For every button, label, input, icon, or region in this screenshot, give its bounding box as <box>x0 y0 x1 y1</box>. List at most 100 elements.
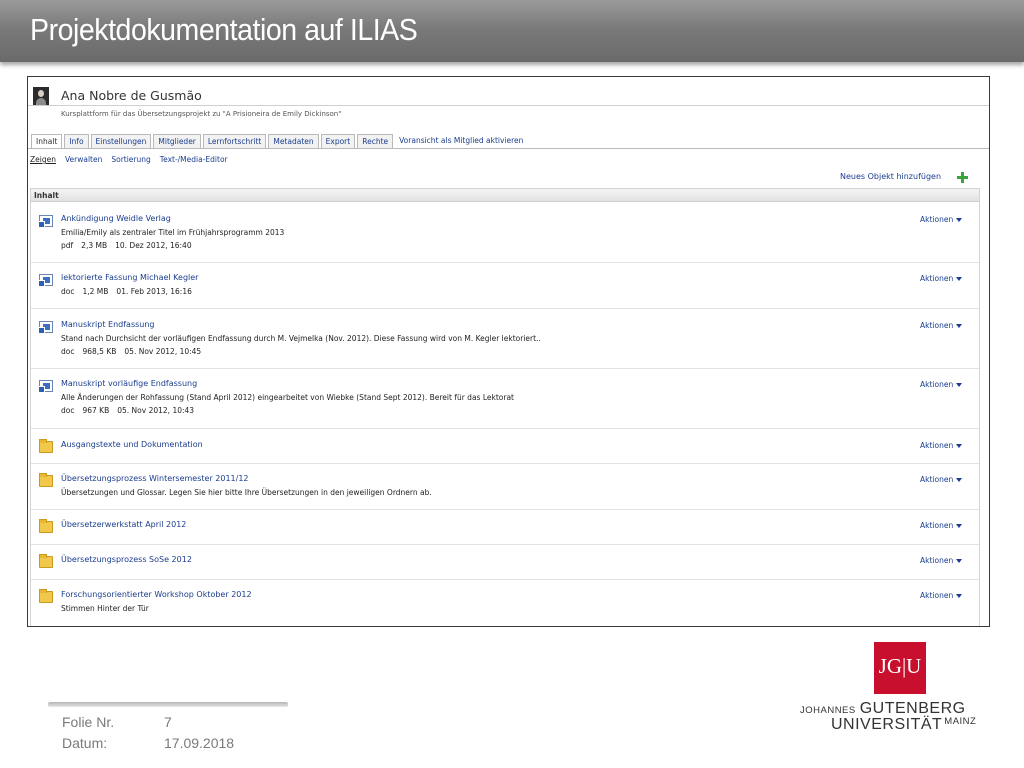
subtab-zeigen[interactable]: Zeigen <box>30 155 56 164</box>
footer-divider <box>48 702 288 707</box>
date-value: 17.09.2018 <box>164 735 235 751</box>
divider <box>28 105 989 106</box>
caret-down-icon <box>956 324 963 328</box>
caret-down-icon <box>956 218 963 222</box>
item-properties: doc 968,5 KB 05. Nov 2012, 10:45 <box>61 347 209 356</box>
folder-icon[interactable] <box>39 473 53 487</box>
list-item: Manuskript Endfassung Stand nach Durchsi… <box>31 309 979 369</box>
file-icon[interactable] <box>38 215 53 228</box>
user-subtitle: Kursplattform für das Übersetzungsprojek… <box>61 110 342 118</box>
item-title[interactable]: Übersetzungsprozess Wintersemester 2011/… <box>61 474 249 483</box>
actions-dropdown[interactable]: Aktionen <box>920 441 963 450</box>
tab-export[interactable]: Export <box>320 134 356 148</box>
subtab-bar: Zeigen Verwalten Sortierung Text-/Media-… <box>30 155 237 164</box>
actions-dropdown[interactable]: Aktionen <box>920 215 963 224</box>
actions-dropdown[interactable]: Aktionen <box>920 521 963 530</box>
tab-info[interactable]: Info <box>64 134 89 148</box>
file-date: 10. Dez 2012, 16:40 <box>115 241 192 250</box>
item-description: Stimmen Hinter der Tür <box>61 604 149 613</box>
logo-mark: JG|U <box>878 654 922 678</box>
content-header: Inhalt <box>31 189 979 202</box>
tab-metadaten[interactable]: Metadaten <box>268 134 319 148</box>
item-properties: doc 967 KB 05. Nov 2012, 10:43 <box>61 406 202 415</box>
file-icon[interactable] <box>38 380 53 393</box>
caret-down-icon <box>956 594 963 598</box>
date-label: Datum: <box>62 735 108 751</box>
caret-down-icon <box>956 444 963 448</box>
item-title[interactable]: Ausgangstexte und Dokumentation <box>61 440 203 449</box>
actions-dropdown[interactable]: Aktionen <box>920 380 963 389</box>
list-item: Manuskript vorläufige Endfassung Alle Än… <box>31 369 979 429</box>
list-item: Forschungsorientierter Workshop Oktober … <box>31 580 979 626</box>
file-type: doc <box>61 406 75 415</box>
file-size: 967 KB <box>82 406 110 415</box>
tab-lernfortschritt[interactable]: Lernfortschritt <box>202 134 267 148</box>
file-type: pdf <box>61 241 74 250</box>
list-item: lektorierte Fassung Michael Kegler doc 1,… <box>31 263 979 309</box>
slide-number-label: Folie Nr. <box>62 714 115 730</box>
item-description: Stand nach Durchsicht der vorläufigen En… <box>61 334 541 343</box>
file-icon[interactable] <box>38 274 53 287</box>
university-logo: JG|U <box>874 642 926 694</box>
item-title[interactable]: Übersetzerwerkstatt April 2012 <box>61 520 186 529</box>
folder-icon[interactable] <box>39 439 53 453</box>
caret-down-icon <box>956 559 963 563</box>
caret-down-icon <box>956 478 963 482</box>
slide-number: 7 <box>164 714 172 730</box>
subtab-text-media-editor[interactable]: Text-/Media-Editor <box>160 155 228 164</box>
caret-down-icon <box>956 277 963 281</box>
tab-bar: Inhalt Info Einstellungen Mitglieder Ler… <box>31 134 529 148</box>
item-description: Alle Änderungen der Rohfassung (Stand Ap… <box>61 393 514 402</box>
item-title[interactable]: Forschungsorientierter Workshop Oktober … <box>61 590 252 599</box>
user-header: Ana Nobre de Gusmão Kursplattform für da… <box>28 77 989 125</box>
list-item: Übersetzungsprozess SoSe 2012 Aktionen <box>31 545 979 580</box>
file-icon[interactable] <box>38 321 53 334</box>
folder-icon[interactable] <box>39 519 53 533</box>
file-size: 1,2 MB <box>82 287 109 296</box>
subtab-sortierung[interactable]: Sortierung <box>111 155 150 164</box>
item-title[interactable]: Ankündigung Weidle Verlag <box>61 214 171 223</box>
tab-mitglieder[interactable]: Mitglieder <box>153 134 201 148</box>
item-description: Übersetzungen und Glossar. Legen Sie hie… <box>61 488 432 497</box>
content-list: Inhalt Ankündigung Weidle Verlag Emilia/… <box>30 188 980 626</box>
user-name: Ana Nobre de Gusmão <box>61 88 202 103</box>
divider <box>28 148 989 149</box>
list-item: Ankündigung Weidle Verlag Emilia/Emily a… <box>31 203 979 263</box>
list-item: Übersetzerwerkstatt April 2012 Aktionen <box>31 510 979 545</box>
actions-dropdown[interactable]: Aktionen <box>920 321 963 330</box>
preview-as-member-link[interactable]: Voransicht als Mitglied aktivieren <box>395 134 527 148</box>
tab-inhalt[interactable]: Inhalt <box>31 134 63 148</box>
subtab-verwalten[interactable]: Verwalten <box>65 155 102 164</box>
plus-icon[interactable] <box>957 172 968 183</box>
file-type: doc <box>61 347 75 356</box>
caret-down-icon <box>956 383 963 387</box>
add-object-link[interactable]: Neues Objekt hinzufügen <box>840 172 941 181</box>
tab-rechte[interactable]: Rechte <box>357 134 394 148</box>
file-date: 05. Nov 2012, 10:43 <box>117 406 195 415</box>
file-date: 01. Feb 2013, 16:16 <box>116 287 192 296</box>
folder-icon[interactable] <box>39 554 53 568</box>
list-item: Ausgangstexte und Dokumentation Aktionen <box>31 429 979 464</box>
item-title[interactable]: lektorierte Fassung Michael Kegler <box>61 273 198 282</box>
actions-dropdown[interactable]: Aktionen <box>920 591 963 600</box>
slide-header: Projektdokumentation auf ILIAS <box>0 0 1024 62</box>
item-title[interactable]: Manuskript Endfassung <box>61 320 155 329</box>
slide-title: Projektdokumentation auf ILIAS <box>30 12 418 47</box>
item-properties: pdf 2,3 MB 10. Dez 2012, 16:40 <box>61 241 200 250</box>
actions-dropdown[interactable]: Aktionen <box>920 475 963 484</box>
university-name-line2: UNIVERSITÄT MAINZ <box>831 716 977 733</box>
file-date: 05. Nov 2012, 10:45 <box>124 347 202 356</box>
folder-icon[interactable] <box>39 589 53 603</box>
avatar <box>33 87 49 106</box>
slide: Projektdokumentation auf ILIAS Ana Nobre… <box>0 0 1024 768</box>
item-title[interactable]: Manuskript vorläufige Endfassung <box>61 379 197 388</box>
caret-down-icon <box>956 524 963 528</box>
list-item: Übersetzungsprozess Wintersemester 2011/… <box>31 464 979 510</box>
item-description: Emilia/Emily als zentraler Titel im Früh… <box>61 228 285 237</box>
item-title[interactable]: Übersetzungsprozess SoSe 2012 <box>61 555 192 564</box>
actions-dropdown[interactable]: Aktionen <box>920 274 963 283</box>
actions-dropdown[interactable]: Aktionen <box>920 556 963 565</box>
tab-einstellungen[interactable]: Einstellungen <box>90 134 152 148</box>
file-size: 2,3 MB <box>81 241 108 250</box>
item-properties: doc 1,2 MB 01. Feb 2013, 16:16 <box>61 287 200 296</box>
